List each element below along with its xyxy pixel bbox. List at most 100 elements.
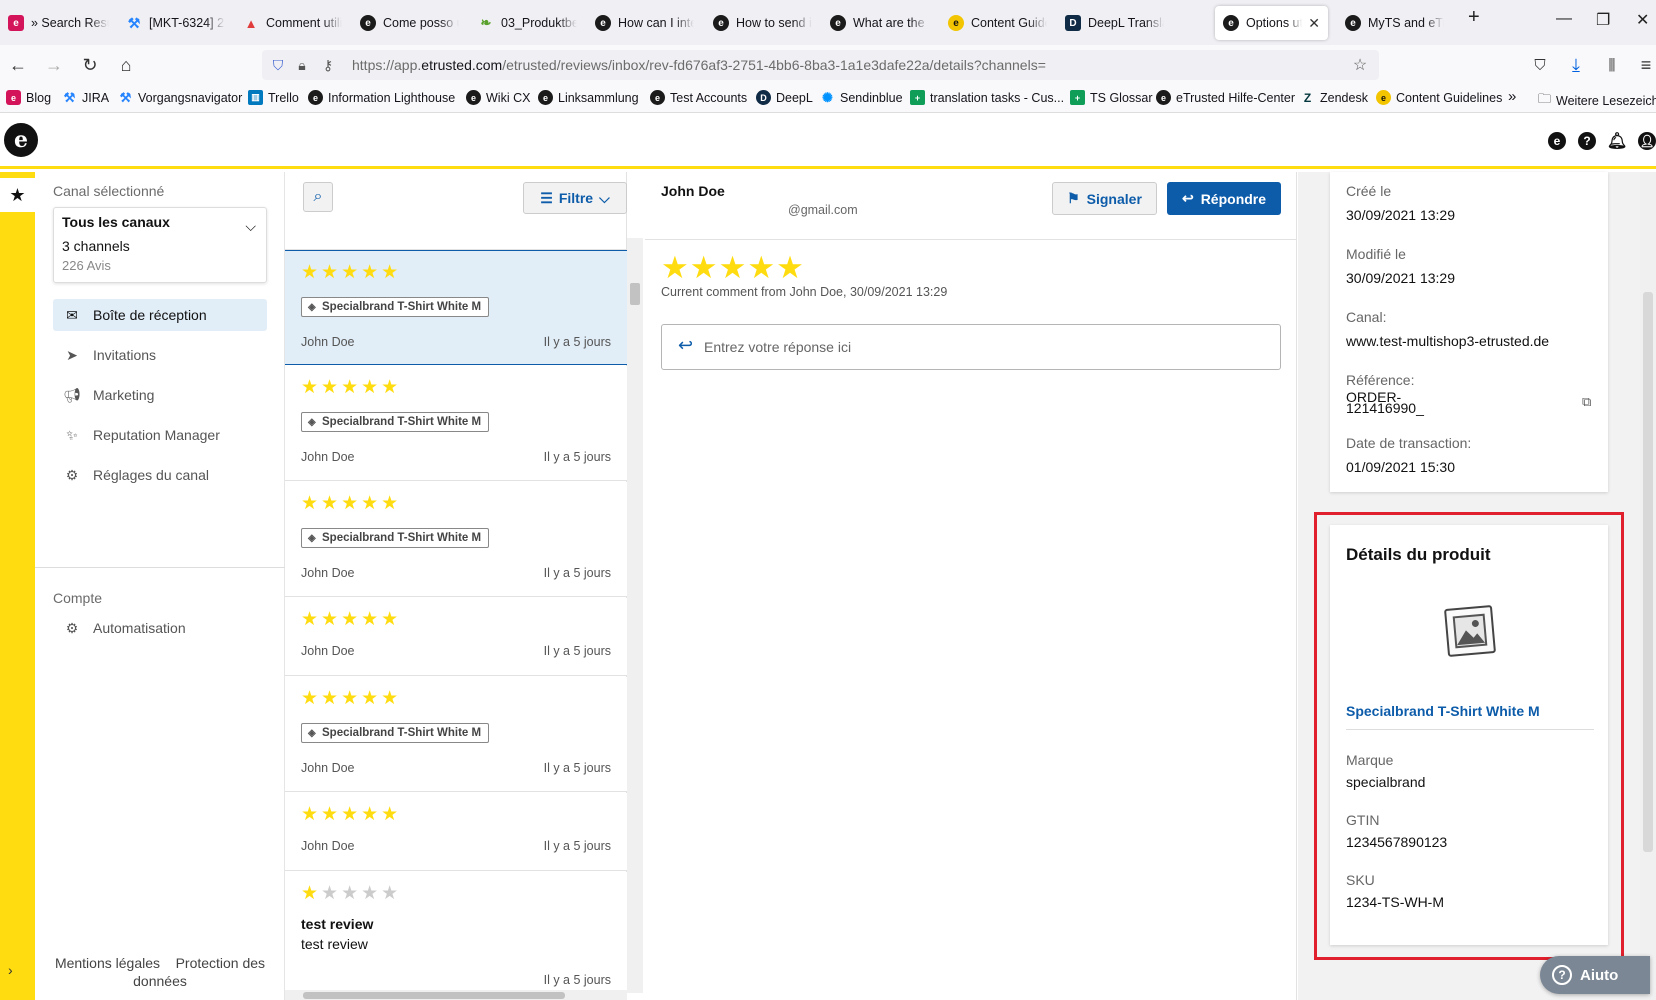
product-name-link[interactable]: Specialbrand T-Shirt White M: [1346, 703, 1540, 719]
bookmark-item[interactable]: D DeepL: [756, 90, 813, 105]
reload-icon[interactable]: ↻: [78, 53, 102, 77]
etrusted-logo[interactable]: e: [4, 123, 38, 157]
browser-tab[interactable]: ⚒[MKT-6324] 210: [118, 6, 233, 40]
menu-icon[interactable]: ≡: [1634, 53, 1656, 77]
url-text[interactable]: https://app.etrusted.com/etrusted/review…: [352, 57, 1046, 73]
help-icon[interactable]: ?: [1578, 132, 1596, 150]
review-list-scrollbar[interactable]: [627, 238, 643, 993]
expand-rail-chevron-icon[interactable]: ›: [8, 962, 13, 978]
user-account-icon[interactable]: 👤︎: [1638, 132, 1656, 150]
paper-plane-icon: ➤: [66, 346, 78, 363]
review-list-horizontal-scrollbar[interactable]: [285, 990, 627, 1000]
star-rating: ★★★★★: [301, 688, 402, 709]
search-icon: ⌕: [313, 188, 323, 205]
library-icon[interactable]: ⫼: [1600, 53, 1624, 77]
review-card[interactable]: ★★★★★ John Doe Il y a 5 jours: [285, 598, 627, 676]
bookmark-star-icon[interactable]: ☆: [1352, 57, 1368, 74]
back-icon[interactable]: ←: [6, 53, 30, 77]
minimize-icon[interactable]: —: [1556, 10, 1572, 28]
browser-tab[interactable]: e Content Guidel: [940, 6, 1055, 40]
review-text: test review: [301, 936, 368, 952]
star-rating: ★★★★★: [301, 377, 402, 398]
browser-tab[interactable]: e Come posso ut: [352, 6, 467, 40]
review-time: Il y a 5 jours: [543, 566, 611, 580]
bookmark-item[interactable]: + translation tasks - Cus...: [910, 90, 1064, 105]
bookmark-item[interactable]: ✺ Sendinblue: [820, 90, 903, 105]
browser-tab-bar: e» Search Result ⚒[MKT-6324] 210 ▲Commen…: [0, 0, 1656, 45]
report-button[interactable]: ⚑ Signaler: [1052, 182, 1157, 215]
browser-tab[interactable]: ❧03_Produktbew: [470, 6, 585, 40]
sidebar-item-invitations[interactable]: ➤ Invitations: [53, 339, 267, 371]
copy-icon[interactable]: ⧉: [1582, 394, 1591, 410]
help-widget-button[interactable]: ? Aiuto: [1540, 956, 1650, 994]
bookmark-item[interactable]: e Linksammlung: [538, 90, 639, 105]
sidebar-item-inbox[interactable]: ✉ Boîte de réception: [53, 299, 267, 331]
browser-tab[interactable]: ▲ Comment utili: [235, 6, 350, 40]
restore-icon[interactable]: ❐: [1596, 10, 1610, 30]
reply-input[interactable]: [704, 333, 1264, 361]
info-pane-scrollbar[interactable]: [1640, 172, 1656, 1000]
url-bar[interactable]: ⛉ 🔒︎ ⚷ https://app.etrusted.com/etrusted…: [262, 50, 1379, 80]
favorites-star-icon[interactable]: ★: [0, 178, 35, 212]
jira-icon: ⚒: [63, 89, 76, 105]
bookmark-item[interactable]: Z Zendesk: [1300, 90, 1368, 105]
bookmark-item[interactable]: ⚒ Vorgangsnavigator: [118, 90, 243, 105]
reply-button[interactable]: ↩ Répondre: [1167, 182, 1281, 215]
review-card[interactable]: ★★★★★ John Doe Il y a 5 jours: [285, 793, 627, 871]
scrollbar-thumb[interactable]: [630, 283, 640, 305]
filter-button[interactable]: ☰ Filtre ⌵: [523, 182, 627, 214]
browser-tab-active[interactable]: eOptions utilis✕: [1215, 6, 1328, 40]
home-icon[interactable]: ⌂: [114, 53, 138, 77]
browser-tab[interactable]: D DeepL Translat: [1057, 6, 1172, 40]
download-icon[interactable]: ⤓: [1564, 53, 1588, 77]
close-tab-icon[interactable]: ✕: [1308, 15, 1320, 32]
review-card-selected[interactable]: ★★★★★ ◈ Specialbrand T-Shirt White M John…: [285, 250, 627, 365]
review-card[interactable]: ★★★★★ test review test review Il y a 5 j…: [285, 872, 627, 1000]
pocket-icon[interactable]: ⛉: [1528, 53, 1552, 77]
key-icon[interactable]: ⚷: [320, 57, 336, 73]
tracking-shield-icon[interactable]: ⛉: [270, 57, 286, 73]
bookmark-item[interactable]: ⚒ JIRA: [62, 90, 109, 105]
review-card[interactable]: ★★★★★ ◈ Specialbrand T-Shirt White M John…: [285, 677, 627, 792]
lock-icon[interactable]: 🔒︎: [294, 57, 310, 73]
bookmark-item[interactable]: e eTrusted Hilfe-Center: [1156, 90, 1295, 105]
bookmark-item[interactable]: ▥ Trello: [248, 90, 299, 105]
flag-icon: ⚑: [1067, 190, 1080, 206]
browser-tab[interactable]: eMyTS and eTru: [1337, 6, 1452, 40]
forward-icon[interactable]: →: [42, 53, 66, 77]
review-count: 226 Avis: [62, 258, 111, 273]
review-author: John Doe: [301, 450, 355, 464]
other-bookmarks[interactable]: 🗀︎ Weitere Lesezeiche: [1538, 90, 1656, 112]
reply-box[interactable]: ↩: [661, 324, 1281, 370]
channel-count: 3 channels: [62, 238, 130, 254]
new-tab-icon[interactable]: +: [1468, 6, 1480, 29]
search-button[interactable]: ⌕: [303, 182, 333, 212]
browser-tab[interactable]: eWhat are the m: [822, 6, 937, 40]
sidebar-item-marketing[interactable]: 📢︎ Marketing: [53, 379, 267, 411]
sidebar-item-automation[interactable]: ⚙ Automatisation: [53, 612, 267, 644]
bookmarks-overflow-icon[interactable]: »: [1508, 88, 1516, 105]
browser-tab[interactable]: e» Search Result: [0, 6, 117, 40]
bookmark-item[interactable]: e Information Lighthouse: [308, 90, 455, 105]
etrusted-icon: e: [713, 15, 729, 31]
bookmark-item[interactable]: e Test Accounts: [650, 90, 747, 105]
review-card[interactable]: ★★★★★ ◈ Specialbrand T-Shirt White M John…: [285, 482, 627, 597]
close-window-icon[interactable]: ✕: [1636, 10, 1649, 30]
bookmark-item[interactable]: + TS Glossar: [1070, 90, 1153, 105]
sidebar-item-reputation-manager[interactable]: ✨︎ Reputation Manager: [53, 419, 267, 451]
browser-tab[interactable]: e How can I inte: [587, 6, 702, 40]
scrollbar-thumb[interactable]: [1643, 292, 1653, 852]
bookmark-item[interactable]: e Content Guidelines: [1376, 90, 1502, 105]
etrusted-menu-icon[interactable]: e: [1548, 132, 1566, 150]
bookmark-item[interactable]: e Wiki CX: [466, 90, 530, 105]
notification-bell-icon[interactable]: 🔔︎: [1607, 132, 1627, 150]
review-card[interactable]: ★★★★★ ◈ Specialbrand T-Shirt White M John…: [285, 366, 627, 481]
sku-value: 1234-TS-WH-M: [1346, 894, 1445, 910]
bookmark-item[interactable]: e Blog: [6, 90, 51, 105]
browser-tab[interactable]: e How to send in: [705, 6, 820, 40]
scrollbar-thumb[interactable]: [303, 992, 565, 999]
sidebar-item-channel-settings[interactable]: ⚙ Réglages du canal: [53, 459, 267, 491]
legal-notice-link[interactable]: Mentions légales: [55, 955, 160, 971]
etrusted-icon: e: [538, 90, 553, 105]
channel-selector[interactable]: Tous les canaux 3 channels 226 Avis ⌵: [53, 207, 267, 283]
